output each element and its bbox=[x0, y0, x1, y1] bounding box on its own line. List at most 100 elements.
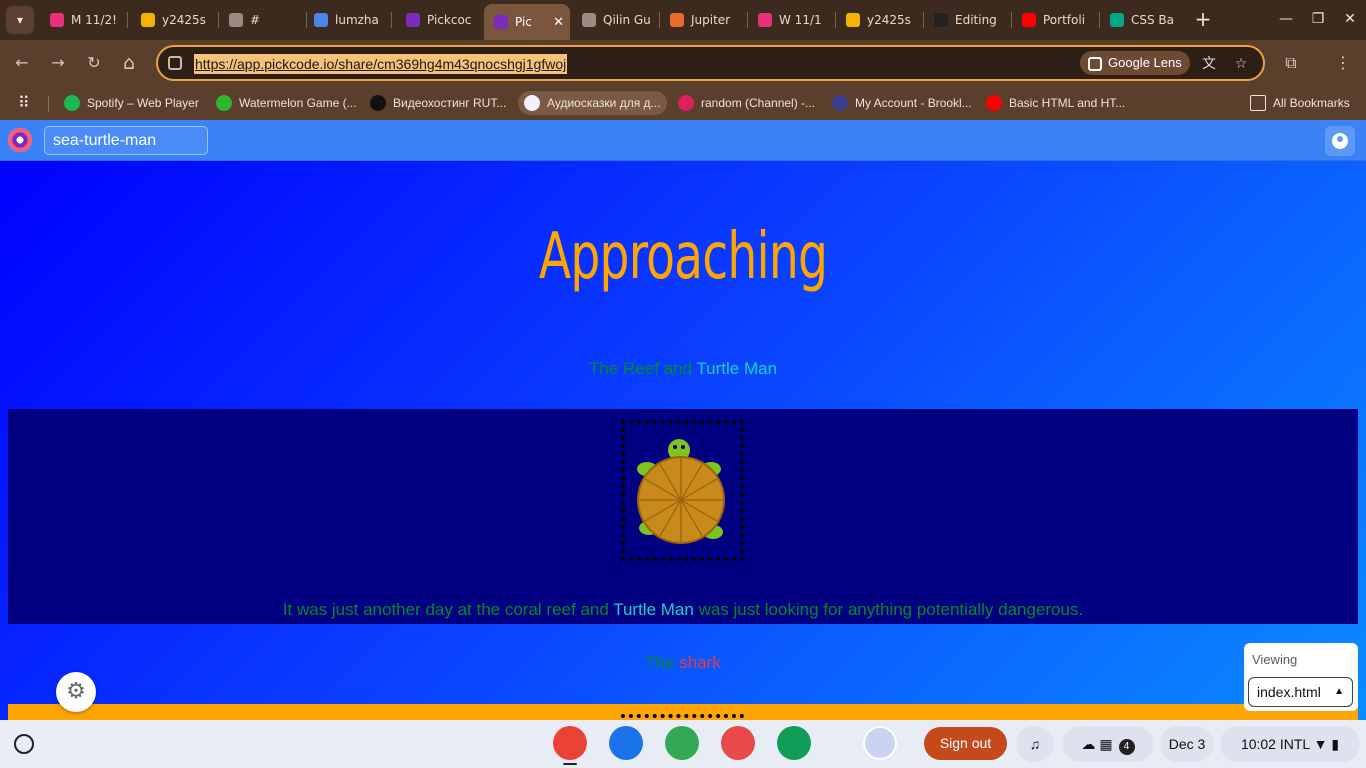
media-controls-icon[interactable]: ♫ bbox=[1016, 726, 1054, 762]
close-tab-icon[interactable]: ✕ bbox=[553, 15, 564, 30]
wifi-icon: ▼ bbox=[1313, 736, 1328, 752]
google-lens-button[interactable]: Google Lens bbox=[1080, 51, 1190, 75]
tab-6[interactable]: Pic ✕ bbox=[484, 4, 570, 40]
tab-title: y2425s bbox=[162, 13, 206, 27]
tab-search-button[interactable]: ▾ bbox=[6, 6, 34, 34]
bookmark-label: Видеохостинг RUT... bbox=[393, 96, 507, 110]
bookmark-label: Spotify – Web Player bbox=[87, 96, 199, 110]
url-text[interactable]: https://app.pickcode.io/share/cm369hg4m4… bbox=[194, 54, 568, 74]
clock-time: 10:02 bbox=[1240, 736, 1276, 752]
files-app-icon[interactable] bbox=[609, 726, 643, 760]
building-icon: ▦ bbox=[1099, 736, 1113, 752]
bookmark-item[interactable]: My Account - Brookl... bbox=[826, 91, 978, 115]
turtle-icon bbox=[637, 439, 725, 544]
all-bookmarks-button[interactable]: All Bookmarks bbox=[1244, 91, 1356, 115]
minimize-button[interactable]: — bbox=[1276, 8, 1296, 30]
chrome-menu-icon[interactable]: ⋮ bbox=[1330, 50, 1356, 76]
notification-count-badge: 4 bbox=[1118, 739, 1135, 755]
settings-gear-icon[interactable]: ⚙ bbox=[56, 672, 96, 712]
bookmark-favicon-icon bbox=[986, 95, 1002, 111]
tab-5[interactable]: Pickcoc bbox=[396, 6, 482, 34]
back-button[interactable]: ← bbox=[9, 50, 35, 76]
battery-icon: ▮ bbox=[1331, 736, 1340, 752]
home-button[interactable]: ⌂ bbox=[116, 50, 142, 76]
tab-title: Editing bbox=[955, 13, 997, 27]
viewing-label: Viewing bbox=[1252, 652, 1298, 667]
status-tray[interactable]: ☁ ▦ 4 bbox=[1062, 726, 1154, 762]
bookmark-item[interactable]: Spotify – Web Player bbox=[58, 91, 205, 115]
bookmark-item[interactable]: Basic HTML and HT... bbox=[980, 91, 1131, 115]
tab-separator bbox=[127, 12, 128, 28]
tab-2[interactable]: y2425s bbox=[131, 6, 217, 34]
tab-favicon-icon bbox=[494, 15, 508, 29]
folder-icon bbox=[1250, 95, 1266, 111]
bookmark-item[interactable]: random (Channel) -... bbox=[672, 91, 821, 115]
tab-favicon-icon bbox=[1022, 13, 1036, 27]
bookmark-favicon-icon bbox=[678, 95, 694, 111]
story-paragraph: It was just another day at the coral ree… bbox=[8, 598, 1358, 622]
bookmarks-bar: ⠿ Spotify – Web Player Watermelon Game (.… bbox=[0, 86, 1366, 120]
tab-favicon-icon bbox=[846, 13, 860, 27]
account-icon[interactable] bbox=[1325, 126, 1355, 156]
translate-icon[interactable]: 文 bbox=[1198, 53, 1220, 75]
new-tab-button[interactable]: + bbox=[1192, 8, 1214, 30]
extensions-icon[interactable]: ⧉ bbox=[1278, 50, 1304, 76]
tab-3[interactable]: # bbox=[219, 6, 305, 34]
tab-1[interactable]: M 11/2! bbox=[40, 6, 126, 34]
tab-13[interactable]: CSS Ba bbox=[1100, 6, 1186, 34]
turtle-image-frame bbox=[621, 420, 744, 561]
tab-title: Portfoli bbox=[1043, 13, 1086, 27]
tab-9[interactable]: W 11/1 bbox=[748, 6, 834, 34]
system-shelf: Sign out ♫ ☁ ▦ 4 Dec 3 10:02 INTL ▼ ▮ bbox=[0, 720, 1366, 768]
tab-title: lumzha bbox=[335, 13, 379, 27]
bookmarks-divider bbox=[48, 96, 49, 112]
bookmark-label: My Account - Brookl... bbox=[855, 96, 972, 110]
bookmark-star-icon[interactable]: ☆ bbox=[1230, 53, 1252, 75]
sign-out-button[interactable]: Sign out bbox=[924, 727, 1007, 760]
address-bar[interactable]: https://app.pickcode.io/share/cm369hg4m4… bbox=[156, 45, 1265, 81]
reef-section: It was just another day at the coral ree… bbox=[8, 409, 1358, 624]
tab-favicon-icon bbox=[406, 13, 420, 27]
tab-8[interactable]: Jupiter bbox=[660, 6, 746, 34]
user-avatar[interactable] bbox=[863, 726, 897, 760]
apps-grid-icon[interactable]: ⠿ bbox=[12, 91, 36, 115]
tab-strip: ▾ M 11/2! y2425s # lumzha Pickcoc Pic ✕ Qilin G… bbox=[0, 0, 1366, 40]
forward-button[interactable]: → bbox=[45, 50, 71, 76]
running-app-indicator bbox=[563, 763, 577, 765]
pickcode-logo-icon[interactable] bbox=[8, 128, 32, 152]
tab-11[interactable]: Editing bbox=[924, 6, 1010, 34]
bookmark-item[interactable]: Аудиосказки для д... bbox=[518, 91, 667, 115]
site-info-icon[interactable] bbox=[168, 56, 182, 70]
project-name-field[interactable]: sea-turtle-man bbox=[44, 126, 208, 155]
bookmark-favicon-icon bbox=[832, 95, 848, 111]
tab-10[interactable]: y2425s bbox=[836, 6, 922, 34]
page-subtitle: The Reef and Turtle Man bbox=[0, 357, 1366, 381]
input-method: INTL bbox=[1279, 736, 1310, 752]
browser-toolbar: ← → ↻ ⌂ https://app.pickcode.io/share/cm… bbox=[0, 40, 1366, 86]
canvas-app-icon[interactable] bbox=[721, 726, 755, 760]
page-preview: Approaching The Reef and Turtle Man It w… bbox=[0, 161, 1366, 720]
play-store-app-icon[interactable] bbox=[665, 726, 699, 760]
classroom-app-icon[interactable] bbox=[777, 726, 811, 760]
bookmark-item[interactable]: Видеохостинг RUT... bbox=[364, 91, 512, 115]
tab-title: Pic bbox=[515, 15, 532, 29]
file-select-dropdown[interactable]: index.html ▲ bbox=[1248, 677, 1353, 707]
tab-4[interactable]: lumzha bbox=[304, 6, 390, 34]
bookmark-favicon-icon bbox=[524, 95, 540, 111]
system-clock-tray[interactable]: 10:02 INTL ▼ ▮ bbox=[1220, 726, 1360, 762]
tab-7[interactable]: Qilin Gu bbox=[572, 6, 658, 34]
reload-button[interactable]: ↻ bbox=[81, 50, 107, 76]
bookmark-item[interactable]: Watermelon Game (... bbox=[210, 91, 363, 115]
tab-favicon-icon bbox=[50, 13, 64, 27]
tab-favicon-icon bbox=[141, 13, 155, 27]
bookmark-favicon-icon bbox=[216, 95, 232, 111]
shark-section bbox=[8, 704, 1358, 720]
close-window-button[interactable]: ✕ bbox=[1340, 8, 1360, 30]
maximize-button[interactable]: ❐ bbox=[1308, 8, 1328, 30]
chrome-app-icon[interactable] bbox=[553, 726, 587, 760]
launcher-icon[interactable] bbox=[14, 734, 34, 754]
tab-title: W 11/1 bbox=[779, 13, 822, 27]
tab-12[interactable]: Portfoli bbox=[1012, 6, 1098, 34]
pickcode-header: sea-turtle-man bbox=[0, 120, 1366, 161]
date-display[interactable]: Dec 3 bbox=[1160, 726, 1214, 762]
